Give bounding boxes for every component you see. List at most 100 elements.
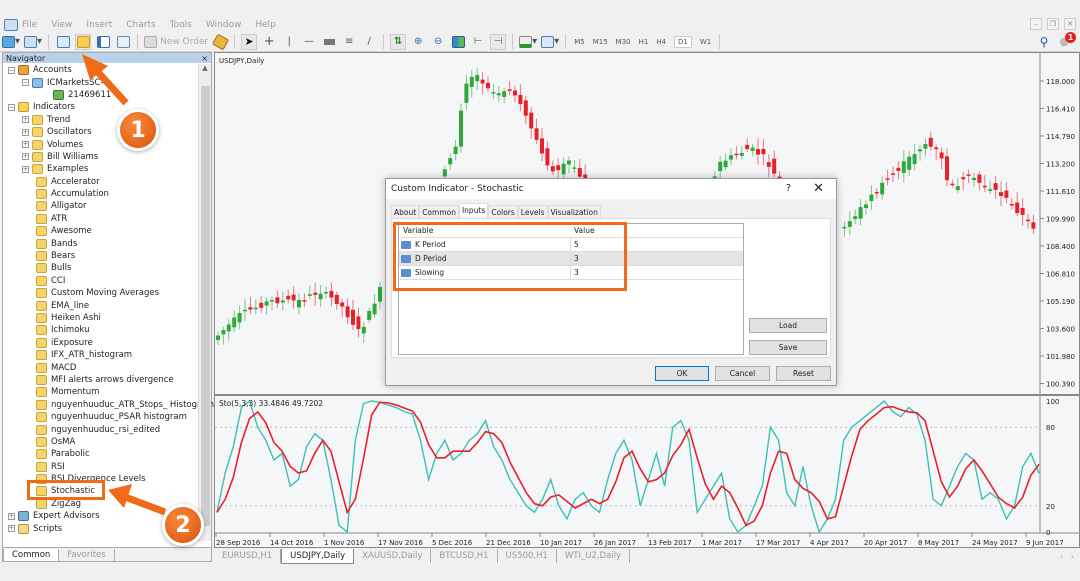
autotrading-button[interactable] — [211, 33, 229, 50]
tree-item-indicators[interactable]: − Indicators — [3, 101, 198, 113]
navigator-tab-common[interactable]: Common — [3, 549, 60, 561]
tree-item-indicator[interactable]: Awesome — [3, 225, 198, 237]
notifications-button[interactable]: ● 1 — [1056, 31, 1076, 50]
expand-icon[interactable]: + — [22, 141, 29, 149]
tree-item-folder[interactable]: + Bill Williams — [3, 151, 198, 163]
scroll-up-icon[interactable]: ▲ — [199, 64, 211, 72]
tree-item-indicator[interactable]: Accumulation — [3, 188, 198, 200]
ok-button[interactable]: OK — [655, 366, 709, 381]
dialog-close-button[interactable]: ✕ — [813, 181, 824, 196]
rectangle-tool[interactable] — [321, 34, 337, 50]
expand-icon[interactable]: + — [22, 128, 29, 136]
timeframe-m5[interactable]: M5 — [574, 38, 585, 46]
tree-item-indicator[interactable]: MACD — [3, 361, 198, 373]
menu-help[interactable]: Help — [255, 20, 276, 30]
cancel-button[interactable]: Cancel — [715, 366, 770, 381]
collapse-icon[interactable]: − — [8, 66, 15, 74]
tree-item-indicator[interactable]: Alligator — [3, 200, 198, 212]
tile-windows-button[interactable] — [450, 34, 466, 50]
periodicity-button[interactable]: ▾ — [541, 34, 559, 50]
timeframe-m30[interactable]: M30 — [616, 38, 631, 46]
new-order-button[interactable]: New Order — [144, 34, 208, 50]
autoscroll-button[interactable]: ⊣ — [490, 33, 507, 50]
tree-item-indicator[interactable]: ATR — [3, 213, 198, 225]
fibonacci-tool[interactable]: ≡ — [341, 34, 357, 50]
tree-item-folder[interactable]: + Volumes — [3, 138, 198, 150]
tree-item-folder[interactable]: + Oscillators — [3, 126, 198, 138]
tree-item-folder[interactable]: + Trend — [3, 114, 198, 126]
chart-tab-eurusd[interactable]: EURUSD,H1 — [214, 549, 282, 563]
tree-item-indicator[interactable]: OsMA — [3, 436, 198, 448]
vertical-line-tool[interactable]: | — [281, 34, 297, 50]
menu-view[interactable]: View — [51, 20, 72, 30]
horizontal-line-tool[interactable]: — — [301, 34, 317, 50]
load-button[interactable]: Load — [749, 318, 827, 333]
chart-tab-usdjpy[interactable]: USDJPY,Daily — [281, 549, 355, 564]
tab-inputs[interactable]: Inputs — [458, 203, 489, 219]
indicators-button[interactable]: ▾ — [519, 34, 537, 50]
new-chart-button[interactable]: ▾ — [2, 34, 20, 50]
cursor-tool[interactable]: ➤ — [241, 33, 258, 50]
restore-icon[interactable]: ❐ — [1047, 18, 1059, 30]
tree-item-indicator[interactable]: nguyenhuuduc_PSAR histogram — [3, 411, 198, 423]
tree-item-indicator[interactable]: IFX_ATR_histogram — [3, 349, 198, 361]
market-watch-button[interactable] — [55, 34, 71, 50]
tree-item-indicator[interactable]: EMA_line — [3, 299, 198, 311]
tree-item-account[interactable]: 21469611 — [3, 89, 198, 101]
terminal-button[interactable] — [95, 34, 111, 50]
expand-icon[interactable]: + — [22, 116, 29, 124]
tree-item-indicator[interactable]: nguyenhuuduc_ATR_Stops_ Histogram — [3, 399, 214, 411]
close-icon[interactable]: ✕ — [1064, 18, 1076, 30]
strategy-tester-button[interactable] — [115, 34, 131, 50]
collapse-icon[interactable]: − — [22, 79, 29, 87]
timeframe-h1[interactable]: H1 — [639, 38, 649, 46]
tree-item-indicator[interactable]: MFI alerts arrows divergence — [3, 374, 198, 386]
expand-icon[interactable]: + — [22, 165, 29, 173]
tree-item-indicator[interactable]: Heiken Ashi — [3, 312, 198, 324]
expand-icon[interactable]: + — [8, 525, 15, 533]
menu-insert[interactable]: Insert — [86, 20, 112, 30]
tree-item-server[interactable]: − ICMarketsSC- — [3, 76, 198, 88]
zoom-in-button[interactable]: ⊕ — [410, 34, 426, 50]
chart-tab-us500[interactable]: US500,H1 — [498, 549, 557, 563]
tree-item-accounts[interactable]: − Accounts — [3, 64, 198, 76]
navigator-scrollbar[interactable]: ▲ — [198, 64, 211, 541]
collapse-icon[interactable]: − — [8, 103, 15, 111]
help-button[interactable]: ? — [786, 183, 791, 194]
navigator-button[interactable] — [75, 33, 92, 50]
expand-icon[interactable]: + — [22, 153, 29, 161]
menu-charts[interactable]: Charts — [126, 20, 155, 30]
trendline-tool[interactable]: ∕ — [361, 34, 377, 50]
tree-item-folder[interactable]: + Examples — [3, 163, 198, 175]
menu-tools[interactable]: Tools — [170, 20, 192, 30]
candlestick-button[interactable]: ⇅ — [390, 33, 407, 50]
chart-tab-xauusd[interactable]: XAUUSD,Daily — [354, 549, 432, 563]
tree-item-indicator[interactable]: nguyenhuuduc_rsi_edited — [3, 423, 198, 435]
minimize-icon[interactable]: – — [1030, 18, 1042, 30]
timeframe-d1[interactable]: D1 — [674, 35, 692, 48]
menu-window[interactable]: Window — [206, 20, 242, 30]
save-button[interactable]: Save — [749, 340, 827, 355]
chart-tab-btcusd[interactable]: BTCUSD,H1 — [431, 549, 498, 563]
tree-item-indicator[interactable]: Momentum — [3, 386, 198, 398]
scroll-right-icon[interactable]: › — [1071, 552, 1074, 561]
timeframe-h4[interactable]: H4 — [656, 38, 666, 46]
crosshair-tool[interactable]: + — [261, 34, 277, 50]
tree-item-indicator[interactable]: Accelerator — [3, 176, 198, 188]
tree-item-indicator[interactable]: Bulls — [3, 262, 198, 274]
scroll-left-icon[interactable]: ‹ — [1060, 552, 1063, 561]
chart-tab-wti[interactable]: WTI_U2,Daily — [557, 549, 631, 563]
tree-item-indicator[interactable]: Ichimoku — [3, 324, 198, 336]
tab-scroll-arrows[interactable]: ‹ › — [1060, 552, 1074, 561]
tree-item-indicator[interactable]: Custom Moving Averages — [3, 287, 198, 299]
tree-item-indicator[interactable]: CCI — [3, 275, 198, 287]
timeframe-m15[interactable]: M15 — [593, 38, 608, 46]
tree-item-indicator[interactable]: RSI — [3, 461, 198, 473]
menu-file[interactable]: File — [22, 20, 37, 30]
search-button[interactable]: ⚲ — [1036, 34, 1052, 50]
navigator-tab-favorites[interactable]: Favorites — [59, 549, 115, 561]
profiles-button[interactable]: ▾ — [24, 34, 42, 50]
timeframe-w1[interactable]: W1 — [700, 38, 711, 46]
tree-item-indicator[interactable]: Bears — [3, 250, 198, 262]
zoom-out-button[interactable]: ⊖ — [430, 34, 446, 50]
